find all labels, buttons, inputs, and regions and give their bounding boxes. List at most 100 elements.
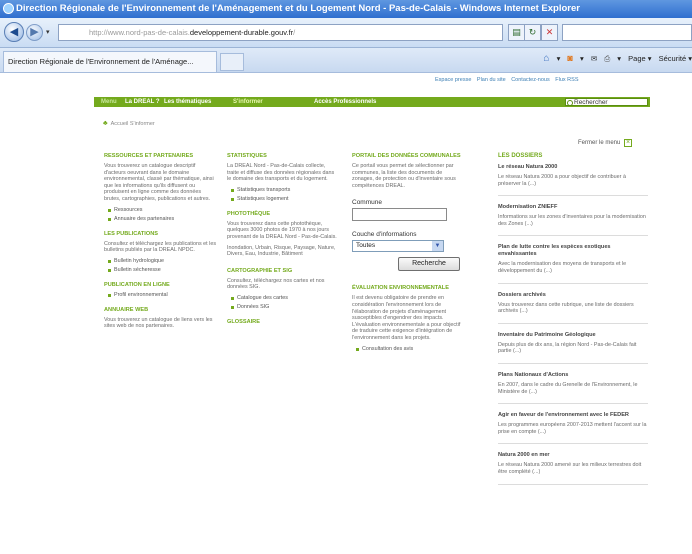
dossier-text: En 2007, dans le cadre du Grenelle de l'… <box>498 381 638 395</box>
dossier-title[interactable]: Natura 2000 en mer <box>498 452 648 459</box>
url-prefix: http://www.nord-pas-de-calais. <box>89 28 190 37</box>
window-title: Direction Régionale de l'Environnement d… <box>16 3 580 14</box>
section-title[interactable]: RESSOURCES ET PARTENAIRES <box>104 153 218 159</box>
home-dropdown[interactable]: ▾ <box>557 54 561 63</box>
section-title[interactable]: LES PUBLICATIONS <box>104 231 218 237</box>
print-dropdown[interactable]: ▾ <box>617 54 621 63</box>
forward-button[interactable]: ▶ <box>26 24 43 41</box>
close-menu-link[interactable]: Fermer le menu × <box>578 139 633 147</box>
read-mail-icon[interactable]: ✉ <box>591 54 597 63</box>
back-button[interactable]: ◀ <box>4 22 24 42</box>
compatibility-view-button[interactable]: ▤ <box>508 24 525 41</box>
util-link-contact[interactable]: Contactez-nous <box>511 77 550 83</box>
home-icon[interactable]: ♣ <box>103 120 108 127</box>
feeds-icon[interactable]: ◙ <box>567 53 572 63</box>
link-ressources[interactable]: Ressources <box>104 207 218 214</box>
browser-search-input[interactable] <box>562 24 692 41</box>
breadcrumb-text[interactable]: Accueil S'informer <box>111 121 155 127</box>
dossier-text: Informations sur les zones d'inventaires… <box>498 214 646 227</box>
refresh-button[interactable]: ↻ <box>524 24 541 41</box>
nav-item-thematiques[interactable]: Les thématiques <box>164 97 211 107</box>
column-portail: PORTAIL DES DONNÉES COMMUNALES Ce portai… <box>352 153 462 355</box>
dossier-text: Les programmes européens 2007-2013 mette… <box>498 422 647 435</box>
commune-label: Commune <box>352 199 382 207</box>
section-text: La DREAL Nord - Pas-de-Calais collecte, … <box>227 163 335 183</box>
couche-label: Couche d'informations <box>352 231 417 239</box>
print-icon[interactable]: ⎙ <box>604 54 610 64</box>
util-link-press[interactable]: Espace presse <box>435 77 471 83</box>
site-search-input[interactable]: Rechercher <box>565 98 648 106</box>
stop-icon: ✕ <box>545 27 554 37</box>
recent-pages-dropdown[interactable]: ▾ <box>46 28 50 36</box>
nav-item-sinformer[interactable]: S'informer <box>233 97 263 107</box>
section-title[interactable]: PUBLICATION EN LIGNE <box>104 282 218 288</box>
window-titlebar: Direction Régionale de l'Environnement d… <box>0 0 692 18</box>
section-title[interactable]: STATISTIQUES <box>227 153 337 159</box>
dossier-item: Inventaire du Patrimoine Géologique Depu… <box>498 332 648 364</box>
chevron-down-icon: ▼ <box>432 241 443 252</box>
link-statistiques-logement[interactable]: Statistiques logement <box>227 196 337 203</box>
link-annuaire-partenaires[interactable]: Annuaire des partenaires <box>104 216 218 223</box>
safety-menu[interactable]: Sécurité ▾ <box>659 54 692 63</box>
back-arrow-icon: ◀ <box>9 26 19 38</box>
section-text: Consultez, téléchargez nos cartes et nos… <box>227 277 325 291</box>
couche-select[interactable]: Toutes ▼ <box>352 240 444 253</box>
close-menu-label: Fermer le menu <box>578 140 621 146</box>
new-tab-button[interactable] <box>220 53 244 71</box>
dossier-item: Modernisation ZNIEFF Informations sur le… <box>498 204 648 237</box>
dossier-title[interactable]: Agir en faveur de l'environnement avec l… <box>498 412 648 419</box>
nav-item-dreal[interactable]: La DREAL ? <box>125 97 160 107</box>
link-catalogue-cartes[interactable]: Catalogue des cartes <box>227 295 337 302</box>
link-profil-environnemental[interactable]: Profil environnemental <box>104 292 218 299</box>
dossier-title[interactable]: Inventaire du Patrimoine Géologique <box>498 332 648 339</box>
column-dossiers: LES DOSSIERS Le réseau Natura 2000 Le ré… <box>498 153 648 493</box>
command-bar: ⌂ ▾ ◙ ▾ ✉ ⎙ ▾ Page ▾ Sécurité ▾ <box>538 53 692 69</box>
util-link-rss[interactable]: Flux RSS <box>555 77 578 83</box>
dossier-title[interactable]: Dossiers archivés <box>498 292 648 299</box>
column-ressources: RESSOURCES ET PARTENAIRES Vous trouverez… <box>104 153 218 334</box>
section-title[interactable]: CARTOGRAPHIE ET SIG <box>227 268 337 274</box>
dossier-item: Plans Nationaux d'Actions En 2007, dans … <box>498 372 648 405</box>
link-statistiques-transports[interactable]: Statistiques transports <box>227 187 337 194</box>
dossier-text: Vous trouverez dans cette rubrique, une … <box>498 301 634 315</box>
util-link-sitemap[interactable]: Plan du site <box>477 77 506 83</box>
dossier-text: Depuis plus de dix ans, la région Nord -… <box>498 341 637 355</box>
dossier-title[interactable]: Plans Nationaux d'Actions <box>498 372 648 379</box>
column-statistiques: STATISTIQUES La DREAL Nord - Pas-de-Cala… <box>227 153 337 329</box>
couche-selected-value: Toutes <box>356 242 376 250</box>
section-title[interactable]: ANNUAIRE WEB <box>104 307 218 313</box>
tab-active[interactable]: Direction Régionale de l'Environnement d… <box>3 51 217 72</box>
nav-item-professionnels[interactable]: Accès Professionnels <box>314 97 376 107</box>
dossiers-title[interactable]: LES DOSSIERS <box>498 153 648 159</box>
section-title[interactable]: PORTAIL DES DONNÉES COMMUNALES <box>352 153 462 159</box>
section-text: Consultez et téléchargez les publication… <box>104 240 217 254</box>
refresh-icon: ↻ <box>528 27 537 37</box>
dossier-item: Dossiers archivés Vous trouverez dans ce… <box>498 292 648 324</box>
url-field[interactable]: http://www.nord-pas-de-calais.developpem… <box>58 24 503 41</box>
dossier-title[interactable]: Modernisation ZNIEFF <box>498 204 648 211</box>
url-suffix: / <box>293 28 296 37</box>
commune-input[interactable] <box>352 208 447 222</box>
page-menu[interactable]: Page ▾ <box>628 54 651 63</box>
link-donnees-sig[interactable]: Données SIG <box>227 304 337 311</box>
dossier-item: Plan de lutte contre les espèces exotiqu… <box>498 244 648 284</box>
nav-item-menu[interactable]: Menu <box>101 97 117 107</box>
dossier-text: Avec la modernisation des moyens de tran… <box>498 261 627 274</box>
dossier-title[interactable]: Le réseau Natura 2000 <box>498 164 648 171</box>
stop-button[interactable]: ✕ <box>541 24 558 41</box>
section-title[interactable]: GLOSSAIRE <box>227 319 337 325</box>
home-icon[interactable]: ⌂ <box>543 53 549 64</box>
dossier-item: Agir en faveur de l'environnement avec l… <box>498 412 648 445</box>
dossier-title[interactable]: Plan de lutte contre les espèces exotiqu… <box>498 244 648 258</box>
section-text: Vous trouverez un catalogue de liens ver… <box>104 316 213 330</box>
search-button[interactable]: Recherche <box>398 257 460 272</box>
link-bulletin-hydrologique[interactable]: Bulletin hydrologique <box>104 258 218 265</box>
photo-tags[interactable]: Inondation, Urbain, Risque, Paysage, Nat… <box>227 245 337 258</box>
dossier-item: Natura 2000 en mer Le réseau Natura 2000… <box>498 452 648 485</box>
section-text: Vous trouverez un catalogue descriptif d… <box>104 163 214 202</box>
section-title[interactable]: PHOTOTHÈQUE <box>227 211 337 217</box>
link-bulletin-secheresse[interactable]: Bulletin sécheresse <box>104 267 218 274</box>
feeds-dropdown[interactable]: ▾ <box>580 54 584 63</box>
section-title[interactable]: ÉVALUATION ENVIRONNEMENTALE <box>352 285 462 291</box>
link-consultation-avis[interactable]: Consultation des avis <box>352 346 462 353</box>
